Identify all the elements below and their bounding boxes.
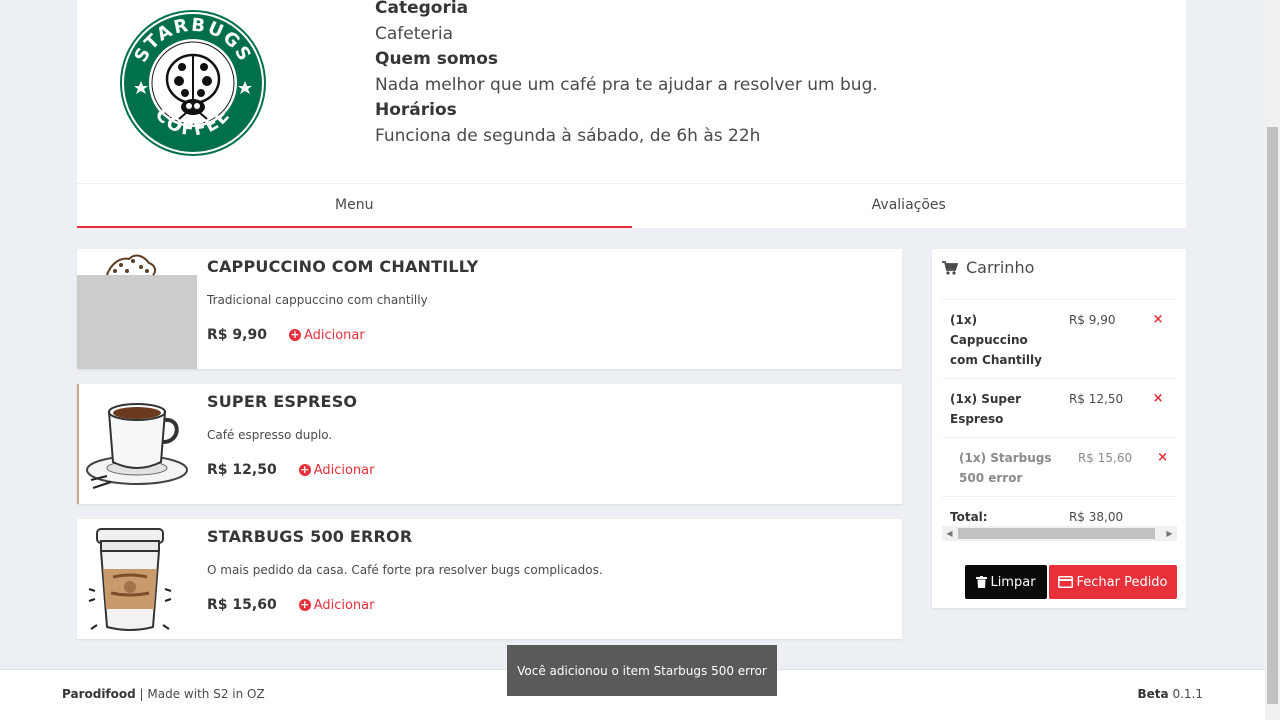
espresso-image [77, 384, 197, 504]
restaurant-tabs: Menu Avaliações [77, 183, 1186, 228]
restaurant-header: STARBUGS COFFEE Categoria Cafeteria Quem… [77, 0, 1186, 183]
trash-icon [976, 576, 988, 588]
about-value: Nada melhor que um café pra te ajudar a … [375, 74, 878, 95]
page-scrollbar[interactable] [1265, 0, 1280, 720]
remove-item-icon[interactable]: × [1140, 378, 1176, 438]
remove-item-icon[interactable]: × [1140, 437, 1176, 497]
cart-item-description: (1x) Super Espreso [942, 378, 1061, 438]
toast-notification: Você adicionou o item Starbugs 500 error [507, 645, 777, 696]
add-button[interactable]: + Adicionar [298, 462, 375, 478]
add-button[interactable]: + Adicionar [288, 327, 365, 343]
scroll-left-icon[interactable]: ◀ [942, 526, 957, 541]
footer-brand: Parodifood [62, 687, 136, 701]
scroll-right-icon[interactable]: ▶ [1162, 526, 1177, 541]
cart-title-label: Carrinho [966, 258, 1035, 277]
starbugs-500-image [77, 519, 197, 639]
hours-label: Horários [375, 100, 457, 120]
cart-horizontal-scrollbar[interactable]: ◀ ▶ [942, 526, 1177, 541]
page-scrollbar-thumb[interactable] [1267, 127, 1278, 704]
add-label: Adicionar [313, 462, 375, 478]
tab-reviews[interactable]: Avaliações [632, 184, 1187, 228]
menu-item-name: SUPER ESPRESO [207, 392, 358, 411]
cart-row: (1x) Super Espreso R$ 12,50 × [942, 378, 1176, 438]
menu-item: SUPER ESPRESO Café espresso duplo. R$ 12… [77, 384, 902, 504]
menu-item-name: CAPPUCCINO COM CHANTILLY [207, 257, 479, 276]
cart-title: Carrinho [942, 258, 1034, 277]
cart-panel: Carrinho (1x) Cappuccino com Chantilly R… [932, 249, 1186, 608]
footer-beta-label: Beta [1137, 687, 1169, 701]
add-button[interactable]: + Adicionar [298, 597, 375, 613]
menu-item: STARBUGS 500 ERROR O mais pedido da casa… [77, 519, 902, 639]
hours-value: Funciona de segunda à sábado, de 6h às 2… [375, 125, 761, 146]
plus-circle-icon: + [298, 463, 311, 476]
footer-version-number: 0.1.1 [1168, 687, 1203, 701]
menu-item-name: STARBUGS 500 ERROR [207, 527, 413, 546]
menu-item-description: Café espresso duplo. [207, 428, 333, 442]
plus-circle-icon: + [288, 328, 301, 341]
cappuccino-image [77, 249, 197, 369]
footer-made-with: | Made with S2 in OZ [135, 687, 265, 701]
cart-row: (1x) Starbugs 500 error R$ 15,60 × [942, 437, 1176, 497]
footer-version: Beta 0.1.1 [1138, 687, 1203, 701]
menu-item-description: O mais pedido da casa. Café forte pra re… [207, 563, 603, 577]
remove-item-icon[interactable]: × [1140, 299, 1176, 379]
cart-item-description: (1x) Starbugs 500 error [942, 437, 1061, 497]
plus-circle-icon: + [298, 598, 311, 611]
scrollbar-thumb[interactable] [958, 528, 1155, 539]
category-label: Categoria [375, 0, 469, 18]
cart-item-value: R$ 9,90 [1060, 299, 1141, 379]
cart-item-value: R$ 15,60 [1060, 437, 1141, 497]
starbugs-logo: STARBUGS COFFEE [119, 9, 267, 157]
about-label: Quem somos [375, 49, 499, 69]
clear-cart-button[interactable]: Limpar [965, 565, 1047, 599]
menu-item-description: Tradicional cappuccino com chantilly [207, 293, 428, 307]
clear-cart-label: Limpar [990, 574, 1036, 590]
cart-item-value: R$ 12,50 [1060, 378, 1141, 438]
menu-item-price: R$ 9,90 [207, 327, 267, 343]
add-label: Adicionar [313, 597, 375, 613]
category-value: Cafeteria [375, 23, 453, 44]
restaurant-info: Categoria Cafeteria Quem somos Nada melh… [375, 0, 1135, 149]
cart-table: (1x) Cappuccino com Chantilly R$ 9,90 × … [942, 299, 1176, 535]
menu-item: CAPPUCCINO COM CHANTILLY Tradicional cap… [77, 249, 902, 369]
tab-menu[interactable]: Menu [77, 184, 632, 228]
menu-item-price: R$ 15,60 [207, 597, 277, 613]
cart-row: (1x) Cappuccino com Chantilly R$ 9,90 × [942, 299, 1176, 379]
checkout-label: Fechar Pedido [1076, 574, 1168, 590]
checkout-button[interactable]: Fechar Pedido [1049, 565, 1177, 599]
shopping-cart-icon [942, 260, 958, 275]
cart-item-description: (1x) Cappuccino com Chantilly [942, 299, 1061, 379]
credit-card-icon [1058, 576, 1074, 588]
menu-item-price: R$ 12,50 [207, 462, 277, 478]
toast-message: Você adicionou o item Starbugs 500 error [517, 663, 767, 678]
footer-credits: Parodifood | Made with S2 in OZ [62, 687, 265, 701]
add-label: Adicionar [303, 327, 365, 343]
